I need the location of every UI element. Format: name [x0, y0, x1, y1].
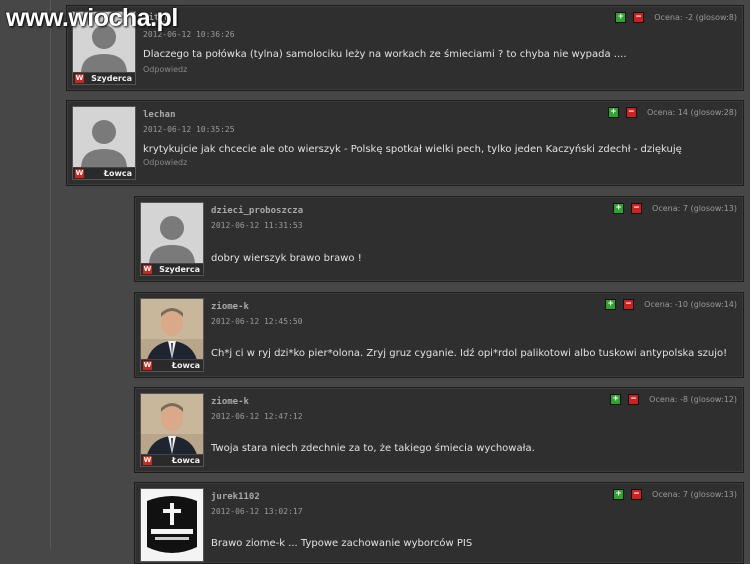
comment-date: 2012-06-12 10:35:25 — [143, 125, 235, 134]
comment: W Łowca ziome-k 2012-06-12 12:47:12 Twoj… — [134, 387, 744, 473]
rank-badge: W Szyderca — [73, 72, 135, 84]
comment-text: dobry wierszyk brawo brawo ! — [211, 253, 362, 264]
comments-frame: W Szyderca Pit_M 2012-06-12 10:36:26 Dla… — [50, 0, 745, 564]
avatar[interactable]: W Łowca — [140, 298, 204, 372]
reply-link[interactable]: Odpowiedz — [143, 65, 187, 74]
rank-icon: W — [143, 265, 152, 274]
comment: jurek1102 2012-06-12 13:02:17 Brawo ziom… — [134, 482, 744, 564]
comment: W Szyderca dzieci_proboszcza 2012-06-12 … — [134, 196, 744, 282]
vote-down-button[interactable]: − — [631, 489, 643, 500]
comment-text: krytykujcie jak chcecie ale oto wierszyk… — [143, 144, 682, 155]
rank-label: Szyderca — [159, 265, 200, 274]
comment-text: Twoja stara niech zdechnie za to, że tak… — [211, 443, 535, 454]
vote-up-button[interactable]: + — [613, 203, 625, 214]
rank-icon: W — [75, 169, 84, 178]
vote-panel: + − Ocena: -8 (glosow:12) — [610, 394, 737, 405]
vote-up-button[interactable]: + — [613, 489, 625, 500]
avatar[interactable]: W Szyderca — [140, 202, 204, 276]
rank-label: Łowca — [103, 169, 132, 178]
comment-author[interactable]: ziome-k — [211, 397, 249, 407]
comment-author[interactable]: jurek1102 — [211, 492, 260, 502]
rating-text: Ocena: 7 (glosow:13) — [652, 204, 737, 213]
comment-text: Dlaczego ta połówka (tylna) samolociku l… — [143, 49, 627, 60]
vote-up-button[interactable]: + — [610, 394, 622, 405]
avatar[interactable]: W Łowca — [140, 393, 204, 467]
rating-text: Ocena: -8 (glosow:12) — [649, 395, 737, 404]
comment-date: 2012-06-12 13:02:17 — [211, 507, 303, 516]
vote-panel: + − Ocena: 7 (glosow:13) — [613, 203, 737, 214]
comment: W Łowca ziome-k 2012-06-12 12:45:50 Ch*j… — [134, 292, 744, 378]
rank-label: Łowca — [171, 456, 200, 465]
rating-text: Ocena: 14 (glosow:28) — [646, 108, 737, 117]
comment-author[interactable]: ziome-k — [211, 302, 249, 312]
rank-label: Łowca — [171, 361, 200, 370]
comment: W Łowca lechan 2012-06-12 10:35:25 kryty… — [66, 100, 744, 186]
comment-text: Ch*j ci w ryj dzi*ko pier*olona. Zryj gr… — [211, 348, 728, 359]
comment-date: 2012-06-12 12:47:12 — [211, 412, 303, 421]
vote-down-button[interactable]: − — [633, 12, 645, 23]
rank-badge: W Łowca — [73, 167, 135, 179]
vote-panel: + − Ocena: 14 (glosow:28) — [607, 107, 737, 118]
comment-author[interactable]: dzieci_proboszcza — [211, 206, 303, 216]
vote-panel: + − Ocena: -2 (glosow:8) — [615, 12, 737, 23]
rating-text: Ocena: 7 (glosow:13) — [652, 490, 737, 499]
rank-icon: W — [75, 74, 84, 83]
rank-label: Szyderca — [91, 74, 132, 83]
vote-panel: + − Ocena: 7 (glosow:13) — [613, 489, 737, 500]
comment-date: 2012-06-12 12:45:50 — [211, 317, 303, 326]
rating-text: Ocena: -2 (glosow:8) — [654, 13, 737, 22]
rank-badge: W Łowca — [141, 359, 203, 371]
emblem-icon — [141, 489, 203, 561]
comment-text: Brawo ziome-k ... Typowe zachowanie wybo… — [211, 538, 473, 549]
reply-link[interactable]: Odpowiedz — [143, 158, 187, 167]
rating-text: Ocena: -10 (glosow:14) — [644, 300, 737, 309]
avatar[interactable] — [140, 488, 204, 562]
vote-up-button[interactable]: + — [615, 12, 627, 23]
vote-down-button[interactable]: − — [628, 394, 640, 405]
vote-down-button[interactable]: − — [625, 107, 637, 118]
vote-down-button[interactable]: − — [623, 299, 635, 310]
rank-icon: W — [143, 361, 152, 370]
comment-author[interactable]: lechan — [143, 110, 176, 120]
avatar[interactable]: W Łowca — [72, 106, 136, 180]
site-logo: www.wiocha.pl — [6, 4, 178, 33]
site-logo-text: www.wiocha.pl — [6, 4, 178, 32]
vote-down-button[interactable]: − — [631, 203, 643, 214]
comment-date: 2012-06-12 11:31:53 — [211, 221, 303, 230]
vote-panel: + − Ocena: -10 (glosow:14) — [605, 299, 737, 310]
vote-up-button[interactable]: + — [605, 299, 617, 310]
vote-up-button[interactable]: + — [607, 107, 619, 118]
rank-badge: W Łowca — [141, 454, 203, 466]
rank-icon: W — [143, 456, 152, 465]
rank-badge: W Szyderca — [141, 263, 203, 275]
